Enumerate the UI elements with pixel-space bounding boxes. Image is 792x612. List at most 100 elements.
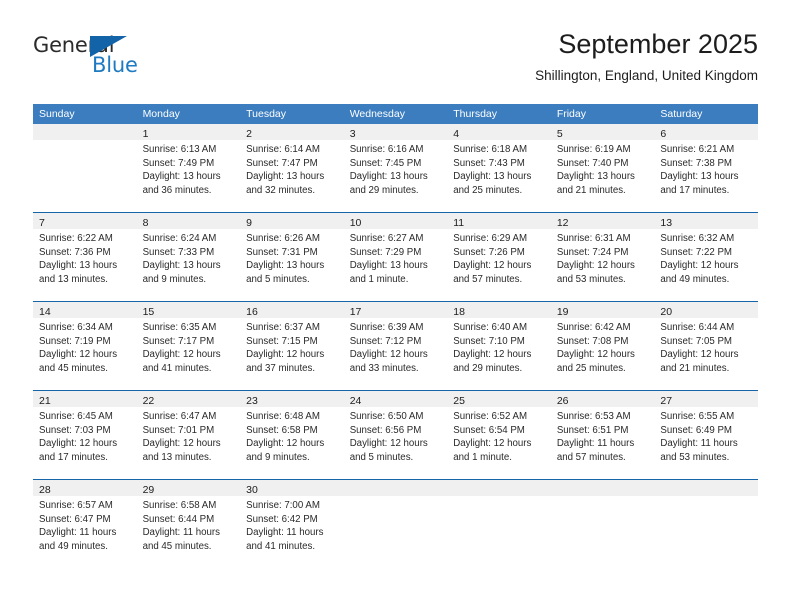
day-number-cell[interactable]: 16 — [240, 302, 344, 318]
day-number-cell[interactable]: 6 — [654, 124, 758, 140]
day-detail-cell[interactable]: Sunrise: 6:26 AM Sunset: 7:31 PM Daylight:… — [240, 229, 344, 301]
day-detail-cell[interactable]: Sunrise: 6:14 AM Sunset: 7:47 PM Daylight:… — [240, 140, 344, 212]
day-detail-cell[interactable] — [33, 140, 137, 212]
day-detail-cell[interactable] — [654, 496, 758, 568]
day-detail-cell[interactable]: Sunrise: 6:48 AM Sunset: 6:58 PM Daylight:… — [240, 407, 344, 479]
daylight-text-line1: Daylight: 11 hours — [660, 438, 738, 450]
day-detail-cell[interactable]: Sunrise: 6:53 AM Sunset: 6:51 PM Daylight:… — [550, 407, 655, 479]
daylight-text-line1: Daylight: 12 hours — [660, 260, 739, 272]
day-number: 13 — [660, 217, 673, 229]
calendar-week-row: 28 29 30 Sunrise: 6:57 AM Sunset: 6:47 PM Day… — [33, 479, 758, 568]
sunrise-text: Sunrise: 6:45 AM — [39, 411, 113, 422]
day-number-cell[interactable]: 11 — [447, 213, 551, 229]
day-detail-cell[interactable]: Sunrise: 6:47 AM Sunset: 7:01 PM Daylight:… — [136, 407, 241, 479]
sunrise-text: Sunrise: 6:44 AM — [660, 322, 735, 333]
day-detail-cell[interactable]: Sunrise: 6:57 AM Sunset: 6:47 PM Daylight:… — [33, 496, 137, 568]
day-number-cell[interactable]: 12 — [550, 213, 655, 229]
day-detail-cell[interactable]: Sunrise: 6:16 AM Sunset: 7:45 PM Daylight:… — [343, 140, 448, 212]
day-detail-cell[interactable]: Sunrise: 6:37 AM Sunset: 7:15 PM Daylight:… — [240, 318, 344, 390]
day-detail-cell[interactable]: Sunrise: 6:42 AM Sunset: 7:08 PM Daylight:… — [550, 318, 655, 390]
day-detail-cell[interactable]: Sunrise: 6:45 AM Sunset: 7:03 PM Daylight:… — [33, 407, 137, 479]
day-number: 15 — [142, 306, 155, 318]
day-number-cell[interactable]: 5 — [550, 124, 655, 140]
day-detail-cell[interactable]: Sunrise: 6:19 AM Sunset: 7:40 PM Daylight:… — [550, 140, 655, 212]
day-number: 21 — [39, 395, 51, 407]
daylight-text-line2: and 49 minutes. — [660, 273, 730, 285]
day-number-cell[interactable]: 24 — [343, 391, 448, 407]
day-number-cell[interactable]: 27 — [654, 391, 758, 407]
day-number-cell[interactable]: 19 — [550, 302, 655, 318]
day-detail-cell[interactable]: Sunrise: 6:29 AM Sunset: 7:26 PM Daylight:… — [447, 229, 551, 301]
calendar-page: General Blue September 2025 Shillington,… — [0, 0, 792, 612]
day-number-cell[interactable] — [654, 480, 758, 496]
sunrise-text: Sunrise: 6:27 AM — [349, 233, 424, 244]
day-detail-cell[interactable]: Sunrise: 6:22 AM Sunset: 7:36 PM Daylight:… — [33, 229, 137, 301]
day-detail-cell[interactable]: Sunrise: 6:13 AM Sunset: 7:49 PM Daylight:… — [136, 140, 241, 212]
daylight-text-line2: and 5 minutes. — [246, 273, 310, 285]
sunset-text: Sunset: 7:43 PM — [453, 157, 525, 169]
day-number: 29 — [142, 484, 155, 496]
day-detail-cell[interactable]: Sunrise: 6:27 AM Sunset: 7:29 PM Daylight:… — [343, 229, 448, 301]
day-number-cell[interactable]: 4 — [447, 124, 551, 140]
day-detail-cell[interactable]: Sunrise: 6:21 AM Sunset: 7:38 PM Daylight:… — [654, 140, 758, 212]
sunrise-text: Sunrise: 6:19 AM — [556, 144, 631, 155]
sunset-text: Sunset: 6:58 PM — [246, 424, 318, 436]
day-number-cell[interactable]: 3 — [343, 124, 448, 140]
day-number-cell[interactable]: 10 — [343, 213, 448, 229]
daylight-text-line2: and 25 minutes. — [453, 184, 523, 196]
day-detail-cell[interactable]: Sunrise: 6:24 AM Sunset: 7:33 PM Daylight:… — [136, 229, 241, 301]
day-number-cell[interactable]: 20 — [654, 302, 758, 318]
day-number-cell[interactable]: 1 — [136, 124, 241, 140]
day-number-cell[interactable]: 26 — [550, 391, 655, 407]
day-number-cell[interactable]: 14 — [33, 302, 137, 318]
day-detail-cell[interactable]: Sunrise: 7:00 AM Sunset: 6:42 PM Daylight:… — [240, 496, 344, 568]
day-number-cell[interactable] — [33, 124, 137, 140]
day-number: 4 — [453, 128, 460, 140]
day-detail-cell[interactable] — [447, 496, 551, 568]
day-detail-cell[interactable]: Sunrise: 6:34 AM Sunset: 7:19 PM Daylight:… — [33, 318, 137, 390]
dow-saturday: Saturday — [660, 108, 703, 120]
day-number-cell[interactable]: 21 — [33, 391, 137, 407]
day-detail-cell[interactable]: Sunrise: 6:40 AM Sunset: 7:10 PM Daylight:… — [447, 318, 551, 390]
day-detail-cell[interactable]: Sunrise: 6:44 AM Sunset: 7:05 PM Daylight:… — [654, 318, 758, 390]
day-number-cell[interactable]: 18 — [447, 302, 551, 318]
day-detail-cell[interactable]: Sunrise: 6:32 AM Sunset: 7:22 PM Daylight:… — [654, 229, 758, 301]
day-detail-cell[interactable] — [550, 496, 655, 568]
day-detail-cell[interactable]: Sunrise: 6:35 AM Sunset: 7:17 PM Daylight:… — [136, 318, 241, 390]
day-number-cell[interactable] — [447, 480, 551, 496]
day-number-cell[interactable]: 23 — [240, 391, 344, 407]
sunrise-text: Sunrise: 6:52 AM — [453, 411, 528, 422]
daylight-text-line2: and 9 minutes. — [142, 273, 207, 285]
day-number-cell[interactable]: 25 — [447, 391, 551, 407]
day-detail-cell[interactable]: Sunrise: 6:52 AM Sunset: 6:54 PM Daylight:… — [447, 407, 551, 479]
day-detail-cell[interactable]: Sunrise: 6:18 AM Sunset: 7:43 PM Daylight:… — [447, 140, 551, 212]
day-number-cell[interactable]: 15 — [136, 302, 241, 318]
sunset-text: Sunset: 6:42 PM — [246, 513, 318, 525]
calendar-week-row: 21 22 23 24 25 26 27 Sunrise: 6:45 AM Sunset: 7:… — [33, 390, 758, 479]
day-detail-cell[interactable]: Sunrise: 6:55 AM Sunset: 6:49 PM Daylight:… — [654, 407, 758, 479]
day-detail-cell[interactable]: Sunrise: 6:39 AM Sunset: 7:12 PM Daylight:… — [343, 318, 448, 390]
day-number-cell[interactable]: 17 — [343, 302, 448, 318]
day-detail-cell[interactable]: Sunrise: 6:50 AM Sunset: 6:56 PM Daylight:… — [343, 407, 448, 479]
day-number-cell[interactable]: 28 — [33, 480, 137, 496]
daylight-text-line2: and 17 minutes. — [660, 184, 730, 196]
day-number-cell[interactable]: 9 — [240, 213, 344, 229]
day-detail-cell[interactable]: Sunrise: 6:31 AM Sunset: 7:24 PM Daylight:… — [550, 229, 655, 301]
day-detail-cell[interactable]: Sunrise: 6:58 AM Sunset: 6:44 PM Daylight:… — [136, 496, 241, 568]
daylight-text-line1: Daylight: 13 hours — [660, 171, 739, 183]
day-number-cell[interactable]: 30 — [240, 480, 344, 496]
day-number-cell[interactable] — [550, 480, 655, 496]
day-number-cell[interactable]: 13 — [654, 213, 758, 229]
sunrise-text: Sunrise: 7:00 AM — [246, 500, 320, 511]
day-number-cell[interactable]: 29 — [136, 480, 241, 496]
day-number-cell[interactable]: 7 — [33, 213, 137, 229]
sunset-text: Sunset: 7:01 PM — [142, 424, 215, 436]
day-number-cell[interactable]: 22 — [136, 391, 241, 407]
day-detail-row: Sunrise: 6:13 AM Sunset: 7:49 PM Daylight:… — [33, 140, 758, 212]
day-detail-cell[interactable] — [343, 496, 448, 568]
day-number-cell[interactable]: 2 — [240, 124, 344, 140]
day-number: 28 — [39, 484, 51, 496]
daylight-text-line2: and 53 minutes. — [660, 451, 730, 463]
day-number-cell[interactable] — [343, 480, 448, 496]
day-number-cell[interactable]: 8 — [136, 213, 241, 229]
